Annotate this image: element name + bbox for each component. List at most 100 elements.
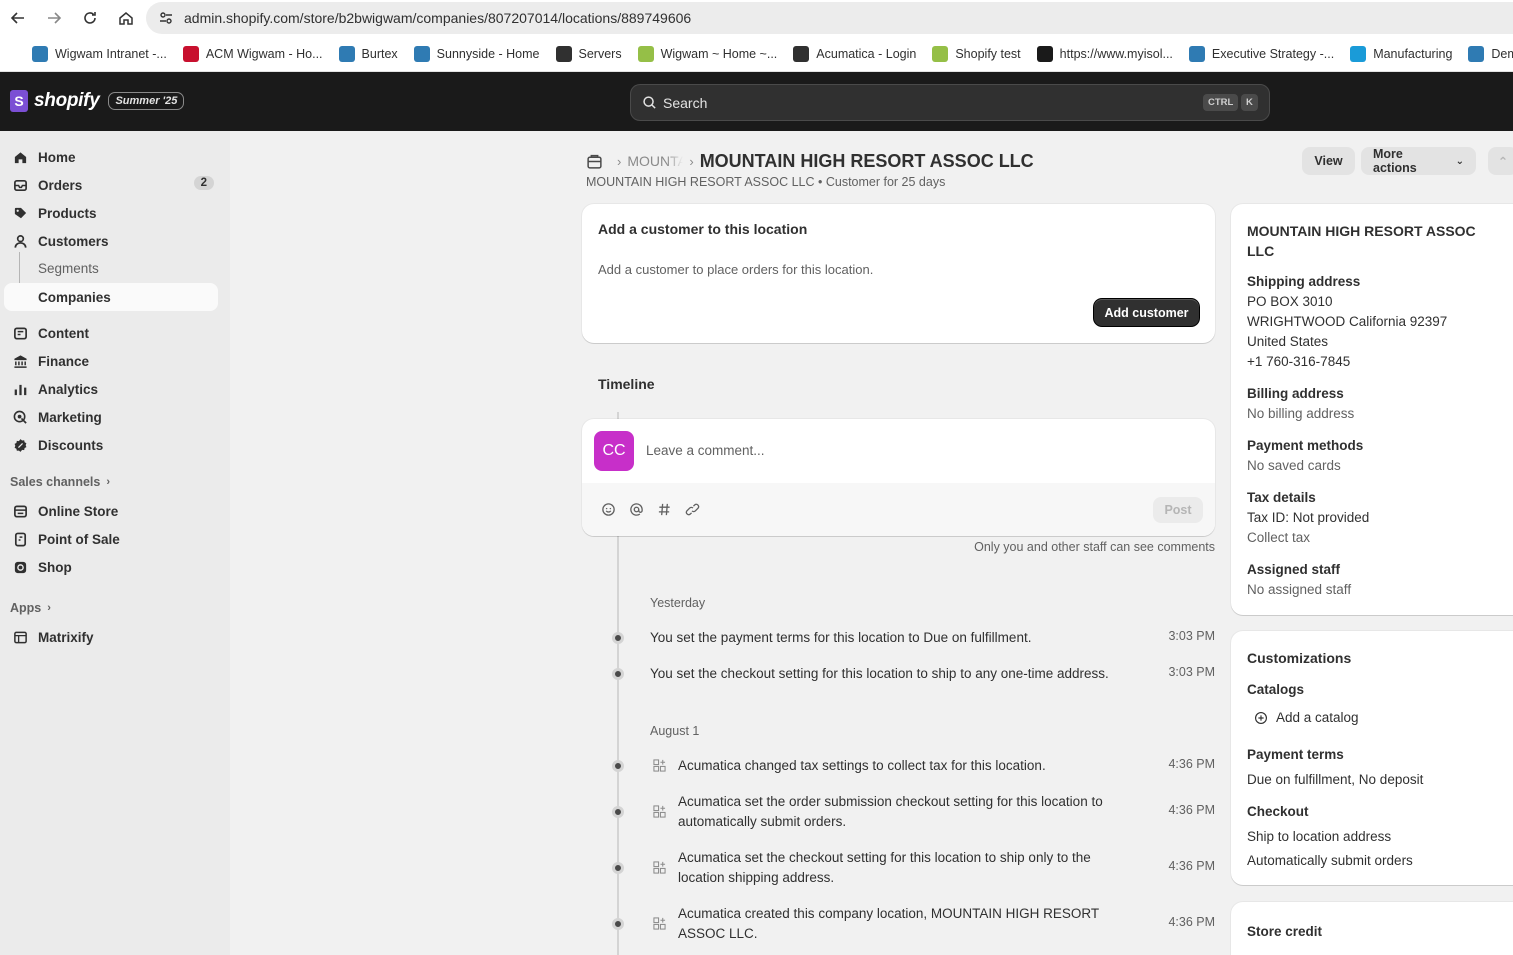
- sidebar-item-label: Finance: [38, 353, 90, 369]
- more-actions-button[interactable]: More actions ⌄: [1361, 147, 1476, 175]
- apps-header[interactable]: Apps ›: [10, 601, 51, 615]
- timeline-event-text: Acumatica set the checkout setting for t…: [678, 850, 1091, 885]
- favicon-icon: [1188, 45, 1205, 62]
- timeline-dot: [612, 918, 624, 930]
- sidebar-item-finance[interactable]: Finance: [4, 347, 218, 375]
- timeline-event-text: Acumatica created this company location,…: [678, 906, 1099, 941]
- emoji-icon[interactable]: [600, 501, 616, 517]
- browser-toolbar: admin.shopify.com/store/b2bwigwam/compan…: [0, 0, 1513, 36]
- forward-button[interactable]: [36, 0, 72, 36]
- count-badge: 2: [193, 176, 214, 190]
- sidebar-item-customers[interactable]: Customers: [4, 227, 218, 255]
- more-actions-label: More actions: [1373, 147, 1417, 175]
- bookmark-item[interactable]: Burtex: [338, 45, 398, 62]
- attachment-icon[interactable]: [684, 501, 700, 517]
- shopify-bag-icon: S: [10, 90, 28, 112]
- add-catalog-label: Add a catalog: [1276, 710, 1359, 725]
- add-customer-button[interactable]: Add customer: [1094, 299, 1199, 326]
- sidebar-item-companies[interactable]: Companies: [4, 283, 218, 311]
- hashtag-icon[interactable]: [656, 501, 672, 517]
- sidebar-item-label: Shop: [38, 559, 72, 575]
- back-button[interactable]: [0, 0, 36, 36]
- sidebar-channel-online-store[interactable]: Online Store: [4, 497, 218, 525]
- customizations-title: Customizations: [1247, 650, 1352, 666]
- timeline-dot: [612, 760, 624, 772]
- sidebar-item-segments[interactable]: Segments: [38, 261, 99, 276]
- bank-icon: [12, 353, 28, 369]
- bookmark-item[interactable]: https://www.myisol...: [1036, 45, 1173, 62]
- sidebar-item-products[interactable]: Products: [4, 199, 218, 227]
- company-icon[interactable]: [586, 153, 603, 170]
- bookmark-item[interactable]: Acumatica - Login: [793, 45, 916, 62]
- avatar: CC: [594, 431, 634, 471]
- bookmark-label: Shopify test: [955, 46, 1021, 61]
- url-text[interactable]: admin.shopify.com/store/b2bwigwam/compan…: [184, 10, 691, 26]
- sidebar-app-matrixify[interactable]: Matrixify: [4, 623, 218, 651]
- checkout-line-2: Automatically submit orders: [1247, 853, 1413, 868]
- logo-wordmark: shopify: [34, 90, 100, 111]
- breadcrumb-company-link[interactable]: MOUNTAIN HIGH RESORT ASSOC LLC: [627, 153, 683, 169]
- tax-id-text: Tax ID: Not provided: [1247, 510, 1370, 525]
- sidebar-item-marketing[interactable]: Marketing: [4, 403, 218, 431]
- sales-channels-header[interactable]: Sales channels ›: [10, 475, 110, 489]
- bookmark-label: Wigwam Intranet -...: [55, 46, 167, 61]
- bookmark-item[interactable]: Manufacturing: [1350, 45, 1452, 62]
- bookmark-item[interactable]: Servers: [555, 45, 622, 62]
- sidebar-item-analytics[interactable]: Analytics: [4, 375, 218, 403]
- bookmark-item[interactable]: Shopify test: [932, 45, 1021, 62]
- view-button[interactable]: View: [1302, 147, 1355, 175]
- bookmark-item[interactable]: Wigwam Intranet -...: [32, 45, 167, 62]
- breadcrumb: › MOUNTAIN HIGH RESORT ASSOC LLC › MOUNT…: [586, 149, 1034, 173]
- bookmark-label: Wigwam ~ Home ~...: [660, 46, 778, 61]
- sidebar-item-discounts[interactable]: Discounts: [4, 431, 218, 459]
- mention-icon[interactable]: [628, 501, 644, 517]
- address-bar[interactable]: admin.shopify.com/store/b2bwigwam/compan…: [146, 2, 1513, 34]
- company-name: MOUNTAIN HIGH RESORT ASSOC LLC: [1247, 223, 1476, 259]
- bookmark-item[interactable]: Executive Strategy -...: [1188, 45, 1334, 62]
- person-icon: [12, 233, 28, 249]
- bookmark-item[interactable]: Deman: [1468, 45, 1513, 62]
- store-icon: [12, 503, 28, 519]
- home-icon: [12, 149, 28, 165]
- previous-location-button[interactable]: ⌃: [1488, 147, 1513, 175]
- sidebar-item-label: Orders: [38, 177, 83, 193]
- page-title: MOUNTAIN HIGH RESORT ASSOC LLC: [699, 150, 1034, 171]
- sidebar-item-label: Point of Sale: [38, 531, 120, 547]
- search-input[interactable]: Search CTRL K: [630, 84, 1270, 121]
- site-settings-icon[interactable]: [158, 10, 174, 26]
- sidebar-item-content[interactable]: Content: [4, 319, 218, 347]
- comment-input[interactable]: Leave a comment...: [646, 443, 765, 458]
- shipping-phone[interactable]: +1 760-316-7845: [1247, 354, 1350, 369]
- bookmark-list: Wigwam Intranet -... ACM Wigwam - Ho... Bu…: [32, 45, 1513, 62]
- sidebar-channel-point-of-sale[interactable]: Point of Sale: [4, 525, 218, 553]
- tax-details-title: Tax details: [1247, 490, 1316, 505]
- timeline-dot: [612, 806, 624, 818]
- reload-button[interactable]: [72, 0, 108, 36]
- kbd-ctrl: CTRL: [1203, 94, 1239, 111]
- timeline-event-time: 3:03 PM: [1168, 629, 1215, 643]
- timeline-date: Yesterday: [650, 596, 706, 610]
- bookmark-label: https://www.myisol...: [1059, 46, 1173, 61]
- payment-terms-title: Payment terms: [1247, 747, 1344, 762]
- favicon-icon: [413, 45, 430, 62]
- sidebar-item-orders[interactable]: Orders 2: [4, 171, 218, 199]
- sidebar-item-home[interactable]: Home: [4, 143, 218, 171]
- favicon-icon: [1468, 45, 1485, 62]
- bookmark-item[interactable]: ACM Wigwam - Ho...: [182, 45, 323, 62]
- shopify-logo[interactable]: S shopify Summer '25: [10, 90, 185, 112]
- edition-badge[interactable]: Summer '25: [108, 92, 185, 110]
- checkout-title: Checkout: [1247, 804, 1309, 819]
- bookmark-label: ACM Wigwam - Ho...: [205, 46, 323, 61]
- collect-tax-text: Collect tax: [1247, 530, 1311, 545]
- sidebar-channel-shop[interactable]: Shop: [4, 553, 218, 581]
- favicon-icon: [637, 45, 654, 62]
- add-customer-card: Add a customer to this location Add a cu…: [582, 204, 1215, 343]
- home-button[interactable]: [108, 0, 144, 36]
- bookmark-item[interactable]: Sunnyside - Home: [413, 45, 540, 62]
- sidebar-item-label: Online Store: [38, 503, 119, 519]
- shipping-line-1: PO BOX 3010: [1247, 294, 1333, 309]
- bookmark-item[interactable]: Wigwam ~ Home ~...: [637, 45, 778, 62]
- post-button[interactable]: Post: [1153, 497, 1203, 523]
- sidebar-item-label: Marketing: [38, 409, 102, 425]
- add-catalog-button[interactable]: Add a catalog: [1254, 710, 1359, 725]
